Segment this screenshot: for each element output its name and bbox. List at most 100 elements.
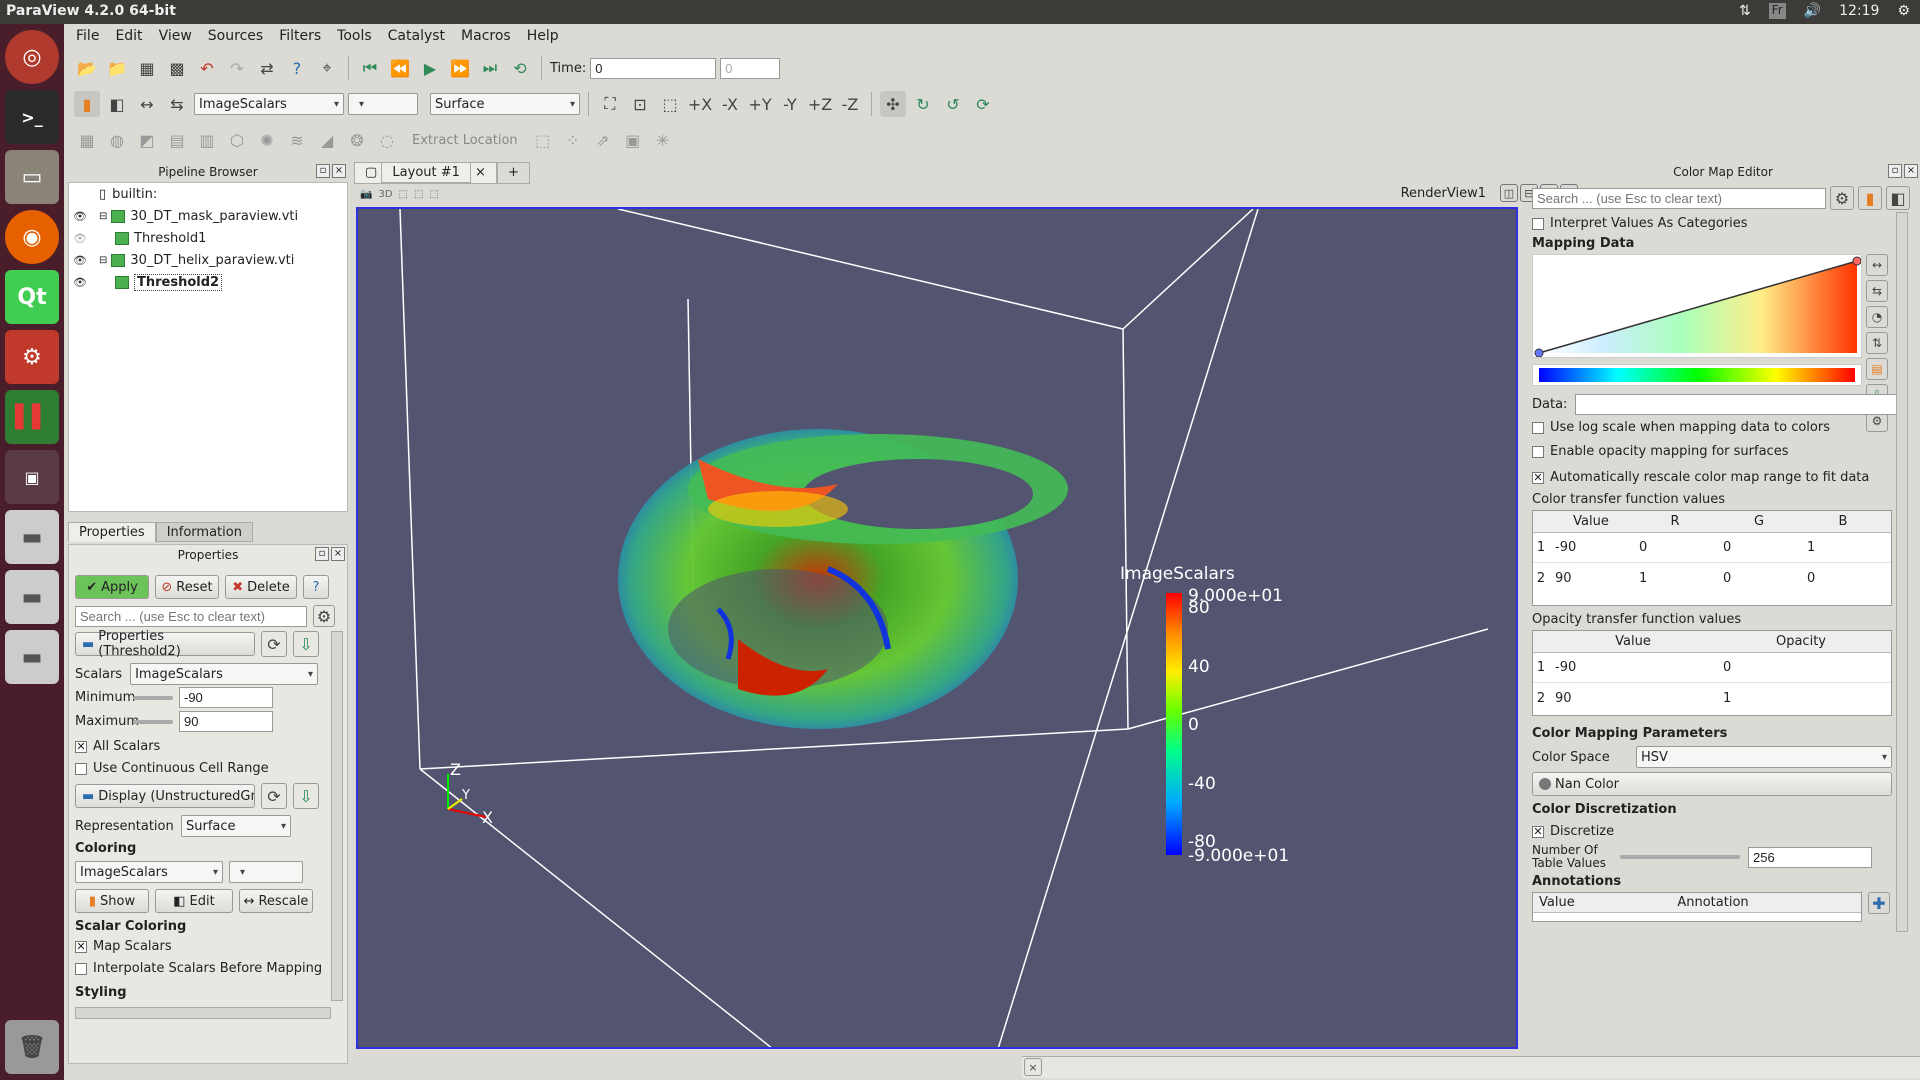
gear-icon[interactable]: ⚙ [1830,186,1854,210]
menu-catalyst[interactable]: Catalyst [382,26,451,46]
all-scalars-checkbox[interactable]: ✕ [75,740,87,753]
eye-icon[interactable]: 👁 [73,232,87,245]
coloring-select[interactable]: ImageScalars [75,861,223,883]
next-frame-icon[interactable]: ⏩ [447,55,473,81]
select-icon[interactable]: ⬚ [429,189,438,200]
keyboard-layout[interactable]: Fr [1768,3,1786,19]
edit-colormap-icon[interactable]: ◧ [104,91,130,117]
rescale-custom-icon[interactable]: ⇆ [164,91,190,117]
pick-center-icon[interactable]: ⌖ [314,55,340,81]
extract-level-icon[interactable]: ◌ [374,127,400,153]
restore-icon[interactable]: ⟳ [261,783,287,809]
paraview-icon[interactable]: ▌▌ [5,390,59,444]
table-row[interactable]: 1 -90 0 0 1 [1533,533,1891,563]
color-by-select[interactable]: ImageScalars [194,93,344,115]
tab-properties[interactable]: Properties [68,522,156,542]
menu-view[interactable]: View [153,26,198,46]
column-header[interactable]: Value [1549,514,1633,529]
scalars-select[interactable]: ImageScalars [130,663,319,685]
pipeline-root[interactable]: ▯ builtin: [69,183,347,205]
display-section-toggle[interactable]: ▬Display (UnstructuredGrid) [75,784,255,808]
rotate-90-ccw-icon[interactable]: ↺ [940,91,966,117]
rescale-range-icon[interactable]: ↔ [134,91,160,117]
view-minus-y-icon[interactable]: -Y [777,91,803,117]
rescale-button[interactable]: ↔ Rescale [239,889,313,913]
tab-layout-1[interactable]: ▢ Layout #1 × [354,162,497,184]
qt-icon[interactable]: Qt [5,270,59,324]
delete-button[interactable]: ✖ Delete [225,575,297,599]
tab-information[interactable]: Information [155,522,253,542]
drive-icon[interactable]: ▬ [5,630,59,684]
color-transfer-table[interactable]: Value R G B 1 -90 0 0 1 2 90 1 0 0 [1532,510,1892,606]
save-default-icon[interactable]: ⇩ [293,783,319,809]
rotate-icon[interactable]: ⟳ [970,91,996,117]
settings-icon[interactable]: ⚙ [5,330,59,384]
drive-icon[interactable]: ▬ [5,510,59,564]
edit-colormap-button[interactable]: ◧ Edit [155,889,233,913]
contour-icon[interactable]: ◍ [104,127,130,153]
coloring-component-select[interactable] [229,861,303,883]
column-header[interactable]: Value [1533,895,1575,910]
save-default-icon[interactable]: ⇩ [293,631,319,657]
camera-icon[interactable]: 📷 [360,189,372,200]
last-frame-icon[interactable]: ⏭ [477,55,503,81]
drive-icon[interactable]: ▬ [5,570,59,624]
eye-icon[interactable]: 👁 [73,276,87,289]
ubuntu-logo-icon[interactable]: ◎ [5,30,59,84]
apply-button[interactable]: ✔ Apply [75,575,149,599]
help-icon[interactable]: ? [284,55,310,81]
eye-icon[interactable]: 👁 [73,210,87,223]
slice-icon[interactable]: ▤ [164,127,190,153]
reset-button[interactable]: ⊘ Reset [155,575,219,599]
glyph-icon[interactable]: ✺ [254,127,280,153]
menu-file[interactable]: File [70,26,105,46]
files-icon[interactable]: ▭ [5,150,59,204]
menu-macros[interactable]: Macros [455,26,517,46]
float-icon[interactable]: ▫ [1888,164,1902,178]
eye-icon[interactable]: 👁 [73,254,87,267]
select-block-icon[interactable]: ▣ [620,127,646,153]
clear-selection-icon[interactable]: ✳ [650,127,676,153]
zoom-box-icon[interactable]: ⬚ [657,91,683,117]
time-input[interactable] [590,57,717,79]
interaction-3d-toggle[interactable]: 3D [378,189,392,200]
loop-icon[interactable]: ⟲ [507,55,533,81]
float-icon[interactable]: ▫ [316,164,330,178]
log-scale-checkbox[interactable] [1532,421,1544,434]
window-icon[interactable]: ▣ [5,450,59,504]
first-frame-icon[interactable]: ⏮ [357,55,383,81]
clip-icon[interactable]: ◩ [134,127,160,153]
annotations-table[interactable]: Value Annotation [1532,892,1862,922]
float-icon[interactable]: ▫ [315,547,329,561]
select-points-icon[interactable]: ⁘ [560,127,586,153]
column-header[interactable]: G [1717,514,1801,529]
warp-vector-icon[interactable]: ◢ [314,127,340,153]
component-select[interactable] [348,93,418,115]
time-index-spinbox[interactable] [720,57,781,79]
properties-section-toggle[interactable]: ▬ Properties (Threshold2) [75,629,255,659]
interactive-select-icon[interactable]: ⇗ [590,127,616,153]
cme-vscrollbar[interactable] [1896,212,1908,932]
column-header[interactable]: Opacity [1717,634,1885,649]
menu-filters[interactable]: Filters [273,26,327,46]
clock[interactable]: 12:19 [1839,3,1879,19]
calculator-icon[interactable]: ▦ [74,127,100,153]
column-header[interactable]: Annotation [1573,895,1853,910]
data-value-input[interactable] [1575,394,1898,415]
table-row[interactable]: 2 90 1 0 0 [1533,563,1891,593]
split-horizontal-icon[interactable]: ◫ [1500,184,1518,202]
open-recent-icon[interactable]: 📁 [104,55,130,81]
menu-help[interactable]: Help [521,26,565,46]
select-cells-icon[interactable]: ⬚ [530,127,556,153]
power-icon[interactable]: ⚙ [1897,3,1910,19]
clear-status-icon[interactable]: × [1024,1058,1042,1076]
table-row[interactable]: 2 90 1 [1533,683,1891,713]
representation-select[interactable]: Surface [181,815,291,837]
stream-tracer-icon[interactable]: ≋ [284,127,310,153]
close-icon[interactable]: × [1904,164,1918,178]
map-scalars-checkbox[interactable]: ✕ [75,940,87,953]
view-plus-y-icon[interactable]: +Y [747,91,773,117]
invert-icon[interactable]: ⇅ [1866,332,1888,354]
interpret-categories-checkbox[interactable] [1532,217,1544,230]
extract-location-label[interactable]: Extract Location [412,133,518,148]
